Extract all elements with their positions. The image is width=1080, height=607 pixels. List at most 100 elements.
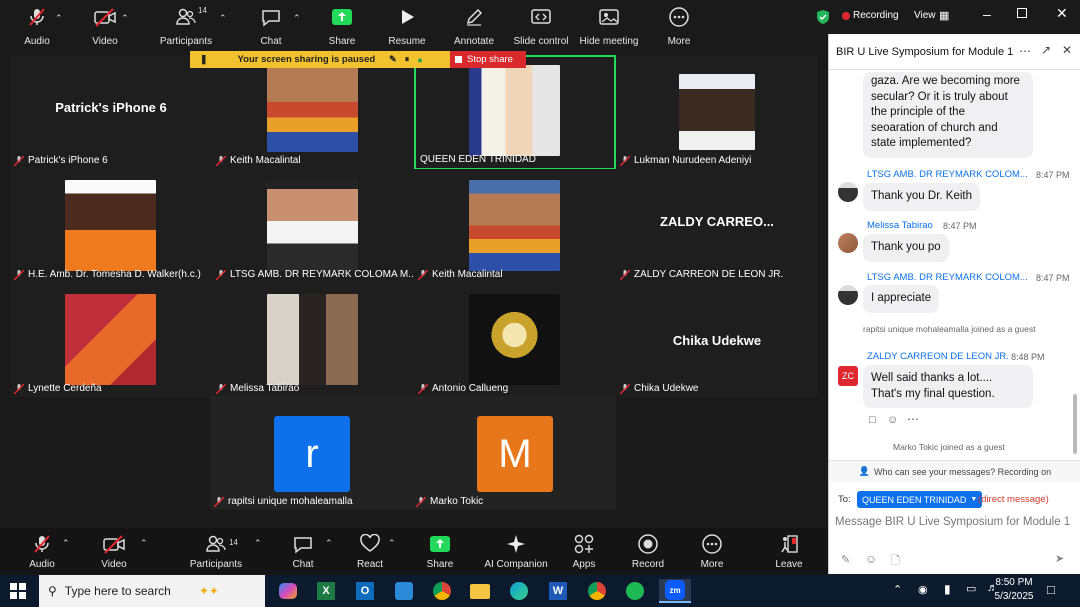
- audio-button[interactable]: Audio: [24, 528, 60, 574]
- participant-photo: [679, 74, 755, 150]
- hide-meeting-button[interactable]: Hide meeting: [579, 0, 639, 48]
- chat-chevron-icon[interactable]: ⌃: [293, 13, 301, 24]
- stop-icon: [455, 56, 462, 63]
- share-button[interactable]: Share: [323, 0, 361, 48]
- video-tile[interactable]: Keith Macalintal: [414, 169, 616, 283]
- recipient-dropdown[interactable]: QUEEN EDEN TRINIDAD ▼: [857, 491, 983, 508]
- video-tile[interactable]: M Marko Tokic: [412, 396, 616, 510]
- video-options-chevron-icon[interactable]: ⌃: [140, 538, 148, 549]
- react-button[interactable]: React: [353, 528, 387, 574]
- more-button[interactable]: More: [694, 528, 730, 574]
- annotate-small-icon[interactable]: ✎: [389, 54, 397, 65]
- audio-button[interactable]: Audio: [18, 0, 56, 48]
- record-button[interactable]: Record: [628, 528, 668, 574]
- video-tile[interactable]: Lynette Cerdeña: [10, 283, 212, 397]
- search-placeholder: Type here to search: [64, 584, 171, 598]
- video-tile-active-speaker[interactable]: QUEEN EDEN TRINIDAD: [414, 55, 616, 170]
- chat-chevron-icon[interactable]: ⌃: [325, 538, 333, 549]
- video-button[interactable]: Video: [86, 0, 124, 48]
- chat-button[interactable]: Chat: [287, 528, 319, 574]
- record-label: Record: [631, 559, 665, 570]
- recording-dot-icon: [842, 12, 850, 20]
- clock-time[interactable]: 8:50 PM: [993, 577, 1035, 588]
- message-input[interactable]: Message BIR U Live Symposium for Module …: [835, 515, 1075, 547]
- minimize-icon[interactable]: –: [983, 6, 991, 22]
- audio-options-chevron-icon[interactable]: ⌃: [62, 538, 70, 549]
- word-icon[interactable]: W: [545, 579, 571, 603]
- video-tile[interactable]: Patrick's iPhone 6 Patrick's iPhone 6: [10, 55, 212, 169]
- privacy-notice[interactable]: 👤 Who can see your messages? Recording o…: [829, 460, 1080, 482]
- mic-muted-icon: [215, 268, 227, 281]
- close-window-icon[interactable]: ✕: [1056, 5, 1068, 22]
- video-tile[interactable]: Keith Macalintal: [212, 55, 414, 169]
- microphone-tray-icon[interactable]: ▮: [944, 582, 951, 596]
- leave-button[interactable]: Leave: [772, 528, 806, 574]
- emoji-icon[interactable]: ☺: [865, 552, 877, 566]
- emoji-reaction-icon[interactable]: ☺: [887, 414, 898, 426]
- more-button[interactable]: More: [661, 0, 697, 48]
- zoom-app-icon[interactable]: zm: [659, 579, 691, 603]
- video-tile[interactable]: Melissa Tabirao: [212, 283, 414, 397]
- taskbar-search[interactable]: ⚲ Type here to search ✦✦: [39, 575, 265, 607]
- participants-label: Participants: [159, 36, 213, 47]
- react-label: React: [356, 559, 384, 570]
- video-tile[interactable]: Lukman Nurudeen Adeniyi: [616, 55, 818, 169]
- send-icon[interactable]: ➤: [1055, 552, 1064, 565]
- react-chevron-icon[interactable]: ⌃: [388, 538, 396, 549]
- participants-button[interactable]: Participants: [190, 528, 242, 574]
- clock-date[interactable]: 5/3/2025: [991, 591, 1037, 602]
- scrollbar[interactable]: [1073, 394, 1077, 454]
- video-tile[interactable]: H.E. Amb. Dr. Tomesha D. Walker(h.c.): [10, 169, 212, 283]
- more-actions-icon[interactable]: ⋯: [907, 412, 919, 426]
- video-tile[interactable]: Antonio Callueng: [414, 283, 616, 397]
- chevron-up-icon[interactable]: ⌃: [893, 583, 902, 596]
- spotify-icon[interactable]: [622, 579, 648, 603]
- reply-icon[interactable]: □: [869, 414, 876, 426]
- app-icon[interactable]: [391, 579, 417, 603]
- notifications-icon[interactable]: □: [1047, 582, 1055, 597]
- pause-small-icon[interactable]: ⏸: [405, 54, 410, 65]
- participants-chevron-icon[interactable]: ⌃: [254, 538, 262, 549]
- maximize-icon[interactable]: [1017, 8, 1027, 18]
- network-icon[interactable]: ▭: [966, 582, 976, 595]
- more-options-icon[interactable]: ⋯: [1019, 44, 1031, 58]
- chat-button[interactable]: Chat: [252, 0, 290, 48]
- apps-button[interactable]: Apps: [568, 528, 600, 574]
- video-tile[interactable]: Chika Udekwe Chika Udekwe: [616, 283, 818, 397]
- excel-icon[interactable]: X: [313, 579, 339, 603]
- edge-icon[interactable]: [506, 579, 532, 603]
- participants-icon: [204, 532, 228, 556]
- grid-icon[interactable]: ▦: [939, 9, 949, 22]
- audio-options-chevron-icon[interactable]: ⌃: [55, 13, 63, 24]
- copilot-icon[interactable]: [275, 579, 301, 603]
- chrome-profile-icon[interactable]: [584, 579, 610, 603]
- recording-label[interactable]: Recording: [853, 10, 899, 21]
- participants-chevron-icon[interactable]: ⌃: [219, 13, 227, 24]
- camera-tray-icon[interactable]: ◉: [918, 583, 928, 596]
- ai-companion-button[interactable]: AI Companion: [482, 528, 550, 574]
- participant-photo: [469, 65, 560, 156]
- resume-share-button[interactable]: Resume: [385, 0, 429, 48]
- video-tile[interactable]: ZALDY CARREO... ZALDY CARREON DE LEON JR…: [616, 169, 818, 283]
- stop-share-button[interactable]: Stop share: [450, 51, 526, 68]
- video-tile[interactable]: LTSG AMB. DR REYMARK COLOMA M...: [212, 169, 417, 283]
- chrome-icon[interactable]: [429, 579, 455, 603]
- audio-label: Audio: [29, 559, 55, 570]
- format-icon[interactable]: ✎: [841, 553, 850, 566]
- video-options-chevron-icon[interactable]: ⌃: [121, 13, 129, 24]
- close-chat-icon[interactable]: ✕: [1062, 43, 1072, 57]
- participant-name: Keith Macalintal: [432, 269, 503, 280]
- view-button[interactable]: View: [914, 10, 936, 21]
- chat-icon: [291, 532, 315, 556]
- video-tile[interactable]: r rapitsi unique mohaleamalla: [210, 396, 412, 510]
- slide-control-button[interactable]: Slide control: [512, 0, 570, 48]
- video-button[interactable]: Video: [96, 528, 132, 574]
- mic-muted-icon: [24, 4, 50, 30]
- popout-icon[interactable]: ↗: [1041, 43, 1051, 57]
- windows-start-icon[interactable]: [5, 579, 31, 603]
- outlook-icon[interactable]: O: [352, 579, 378, 603]
- file-icon[interactable]: 🗋: [891, 552, 900, 571]
- file-explorer-icon[interactable]: [467, 579, 493, 603]
- annotate-button[interactable]: Annotate: [452, 0, 496, 48]
- share-button[interactable]: Share: [423, 528, 457, 574]
